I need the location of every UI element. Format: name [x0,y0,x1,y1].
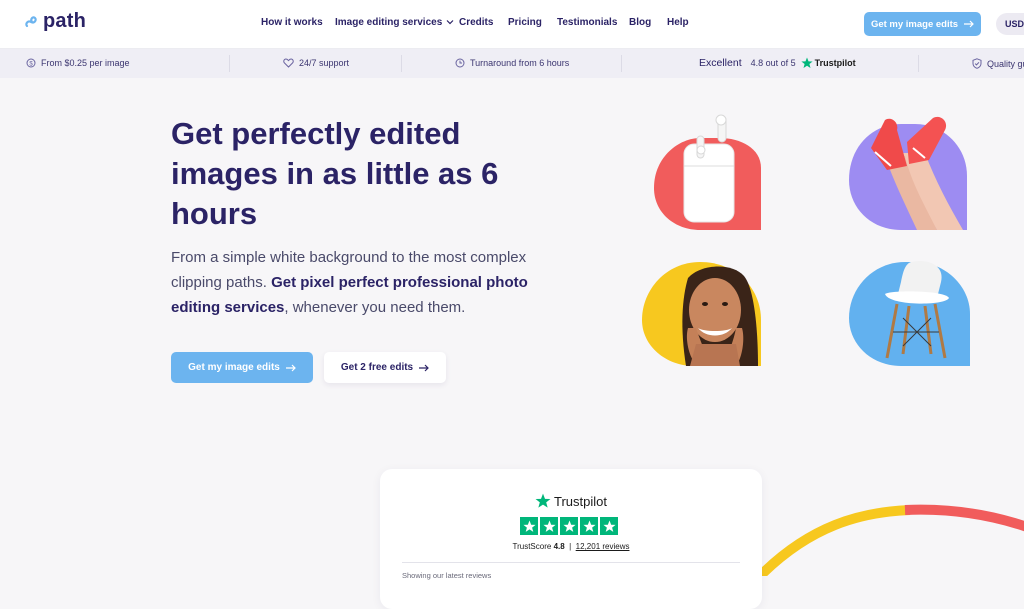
nav-image-editing-services-label: Image editing services [335,17,443,28]
info-support: 24/7 support [283,58,349,68]
divider [402,562,740,563]
trustscore-label: TrustScore [512,542,552,551]
shield-check-icon [972,58,982,69]
star-icon [560,517,578,535]
logo[interactable]: path [24,10,86,33]
info-price-text: From $0.25 per image [41,58,130,68]
logo-text: path [43,10,87,32]
divider [401,55,402,72]
logo-icon [25,15,37,27]
airpods-image [654,114,761,230]
trustpilot-widget[interactable]: Trustpilot TrustScore 4.8 | 12,201 revie… [380,469,762,609]
white-chair-image [849,260,970,366]
info-support-text: 24/7 support [299,58,350,68]
info-turnaround: Turnaround from 6 hours [455,58,569,68]
clock-icon [455,58,465,68]
header-cta-button[interactable]: Get my image edits [864,12,981,36]
tp-brand-text: Trustpilot [814,58,856,68]
get-image-edits-button[interactable]: Get my image edits [171,352,313,383]
trustpilot-mini[interactable]: Excellent 4.8 out of 5 Trustpilot [699,57,856,69]
trustpilot-stars [520,517,618,535]
coin-icon: $ [26,58,36,68]
hero-subtitle-part-2: , whenever you need them. [284,299,466,316]
nav-credits[interactable]: Credits [459,17,493,28]
divider [621,55,622,72]
trustpilot-logo: Trustpilot [380,493,762,509]
star-icon [600,517,618,535]
hero-title: Get perfectly edited images in as little… [171,116,499,231]
trustpilot-star-icon [535,493,551,508]
arrow-right-icon [285,364,296,371]
arrow-right-icon [419,364,429,371]
trustscore-value: 4.8 [553,542,565,551]
get-image-edits-label: Get my image edits [188,362,280,373]
arrow-right-icon [964,20,974,28]
nav-how-it-works[interactable]: How it works [261,17,323,28]
trustscore-separator: | [569,542,572,551]
get-free-edits-button[interactable]: Get 2 free edits [324,352,446,383]
sneakers-legs-image [849,116,967,230]
header-cta-label: Get my image edits [870,18,959,30]
top-header: path How it works Image editing services… [0,0,1024,49]
heart-icon [283,58,294,68]
nav-image-editing-services[interactable]: Image editing services [335,17,454,28]
smiling-woman-image [642,262,761,366]
get-free-edits-label: Get 2 free edits [340,362,414,373]
info-quality-text: Quality guaranteed [987,58,1024,69]
info-turnaround-text: Turnaround from 6 hours [470,58,570,68]
trustscore-line: TrustScore 4.8 | 12,201 reviews [380,542,762,551]
currency-selector[interactable]: USD [996,13,1024,35]
star-icon [520,517,538,535]
nav-testimonials[interactable]: Testimonials [557,17,617,28]
nav-help[interactable]: Help [667,17,689,28]
tp-score-text: 4.8 out of 5 [750,58,796,68]
trustpilot-star-icon [801,57,813,68]
decorative-arc [760,504,1024,576]
chevron-down-icon [446,20,454,25]
divider [229,55,230,72]
star-icon [580,517,598,535]
star-icon [540,517,558,535]
reviews-link[interactable]: 12,201 reviews [576,542,630,551]
tp-excellent-text: Excellent [699,57,742,69]
divider [918,55,919,72]
info-price: $ From $0.25 per image [26,58,130,68]
info-quality: Quality guaranteed [972,58,1024,69]
nav-blog[interactable]: Blog [629,17,651,28]
nav-pricing[interactable]: Pricing [508,17,542,28]
info-bar: $ From $0.25 per image 24/7 support Turn… [0,49,1024,78]
trustpilot-brand-text: Trustpilot [554,493,607,509]
hero-subtitle: From a simple white background to the mo… [171,245,551,320]
